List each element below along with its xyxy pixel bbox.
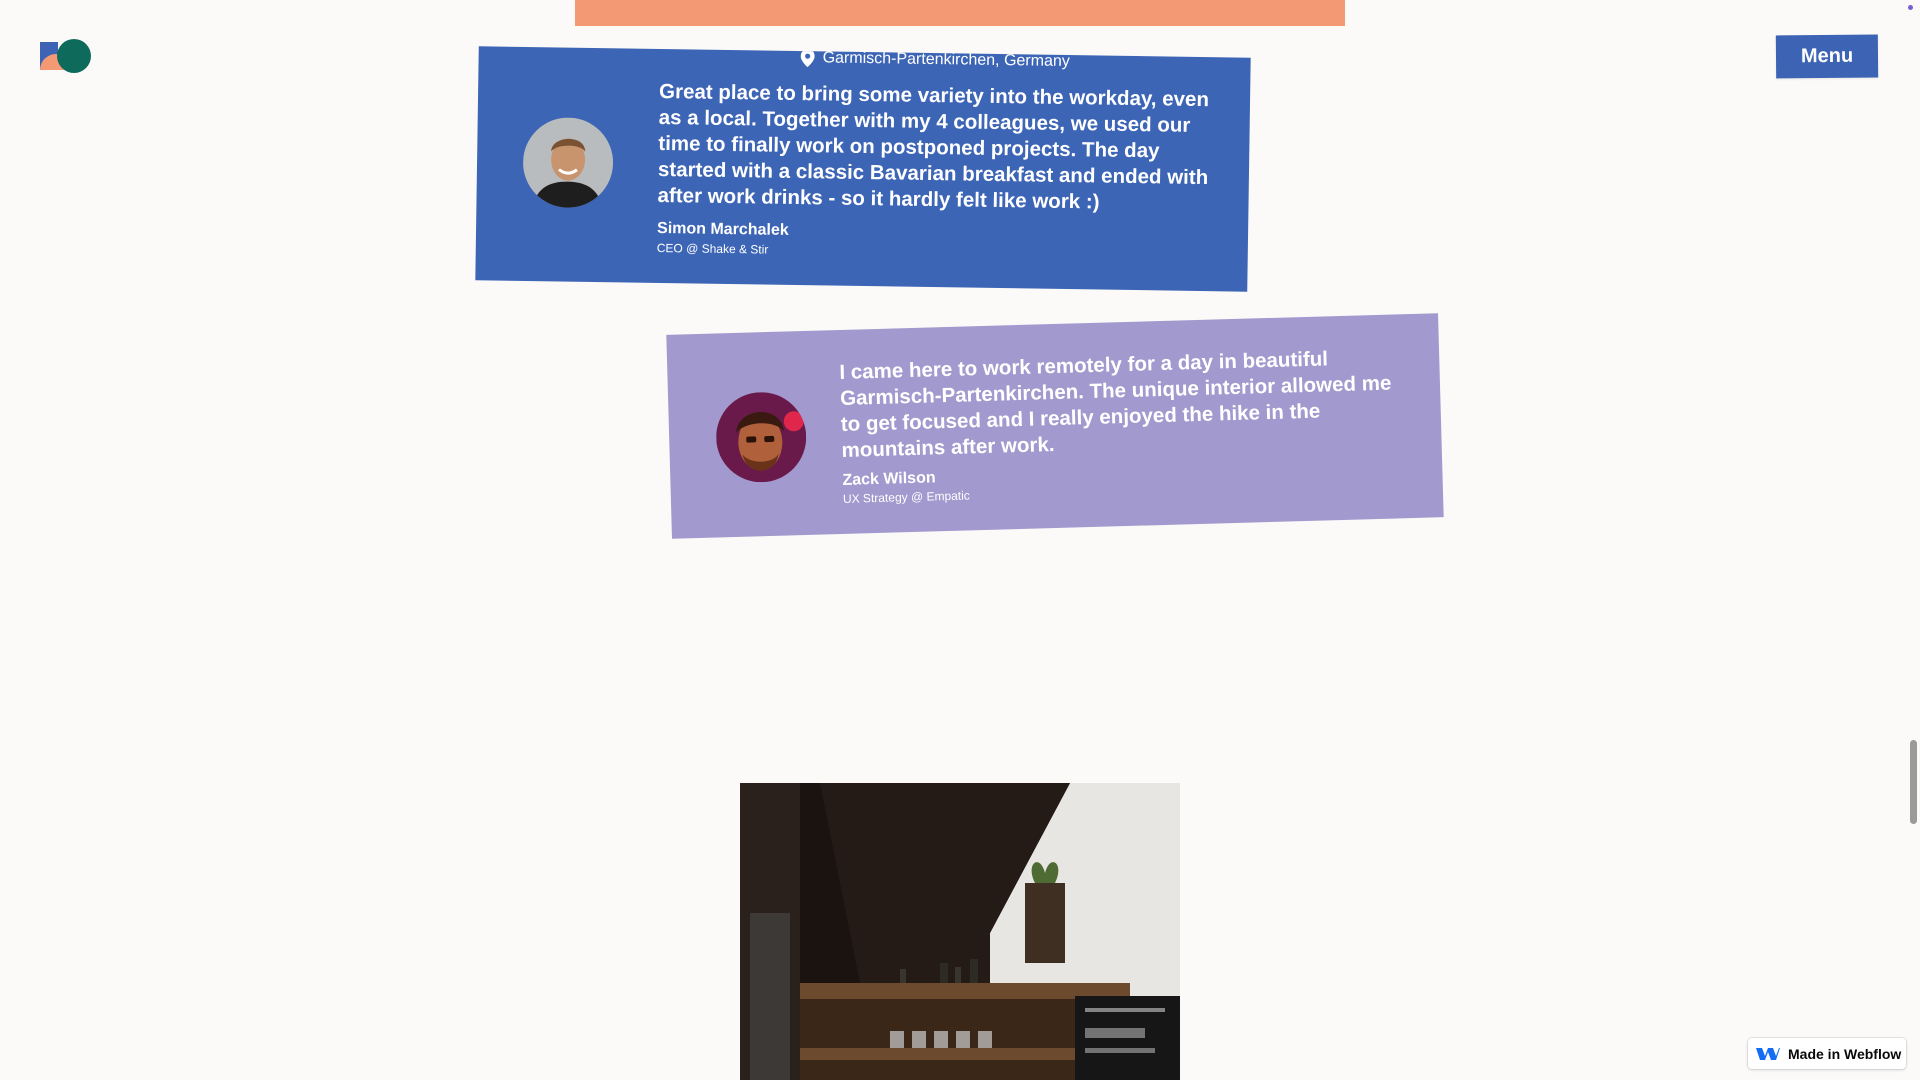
testimonial-author-role: UX Strategy @ Empatic <box>842 488 970 506</box>
testimonial-quote: Great place to bring some variety into t… <box>657 79 1210 214</box>
map-pin-icon <box>800 49 815 68</box>
testimonial-card: Garmisch-Partenkirchen, Germany Great pl… <box>475 46 1251 292</box>
webflow-icon <box>1756 1047 1780 1060</box>
cafe-interior-photo <box>740 783 1180 1080</box>
avatar <box>522 116 614 209</box>
badge-label: Made in Webflow <box>1788 1045 1902 1062</box>
corner-indicator-dot <box>1908 5 1913 10</box>
testimonial-author-role: CEO @ Shake & Stir <box>656 240 769 257</box>
top-banner-bar <box>575 0 1345 26</box>
location-text: Garmisch-Partenkirchen, Germany <box>822 49 1070 71</box>
avatar <box>714 390 808 484</box>
menu-button[interactable]: Menu <box>1775 34 1879 79</box>
location-label: Garmisch-Partenkirchen, Germany <box>800 49 1070 71</box>
logo-icon[interactable] <box>38 38 94 74</box>
made-in-webflow-badge[interactable]: Made in Webflow <box>1748 1038 1906 1069</box>
testimonial-author-name: Simon Marchalek <box>656 219 789 239</box>
testimonial-quote: I came here to work remotely for a day i… <box>839 347 1392 462</box>
testimonial-card: I came here to work remotely for a day i… <box>666 313 1444 539</box>
scrollbar-thumb[interactable] <box>1910 740 1917 824</box>
testimonial-author-name: Zack Wilson <box>842 469 936 489</box>
